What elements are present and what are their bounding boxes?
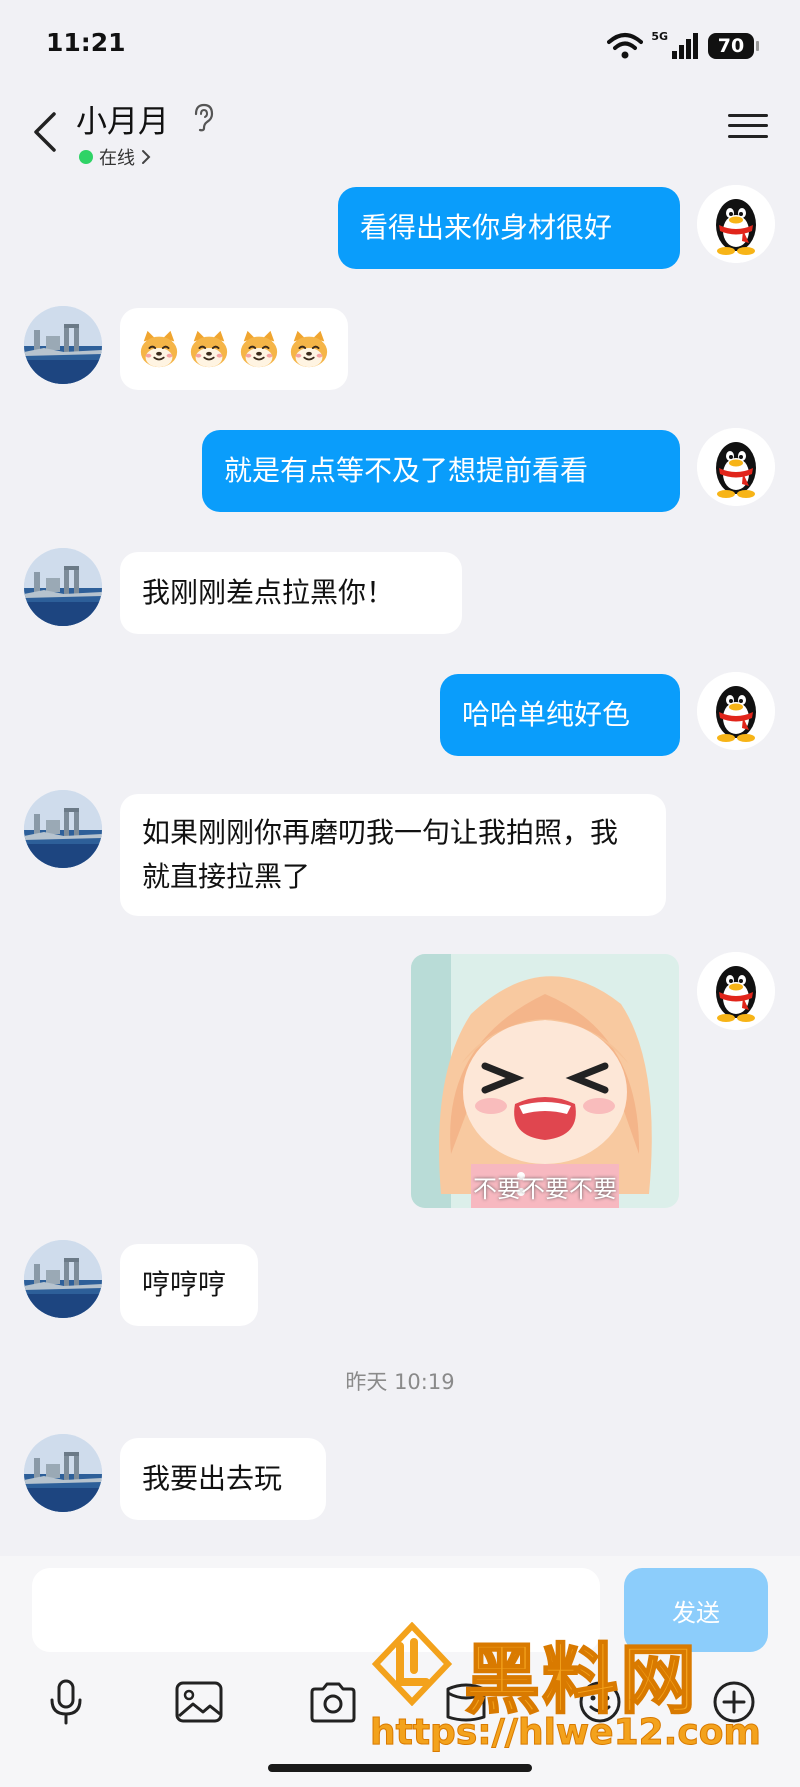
status-time: 11:21: [46, 28, 126, 57]
status-bar: 11:21 5G 70: [0, 0, 800, 92]
image-message[interactable]: 不要不要不要: [411, 954, 679, 1208]
online-status-row[interactable]: 在线: [79, 144, 151, 170]
watermark-url: https://hlwe12.com: [370, 1712, 762, 1754]
shiba-face-emoji: [188, 327, 230, 371]
qq-penguin-icon: [697, 952, 775, 1030]
message-text: 哈哈单纯好色: [462, 698, 631, 731]
camera-button[interactable]: [305, 1674, 361, 1730]
network-label: 5G: [651, 30, 668, 43]
contact-photo-icon: [24, 790, 102, 868]
message-text: 我刚刚差点拉黑你！: [142, 576, 395, 609]
my-avatar[interactable]: [697, 952, 775, 1030]
image-icon: [175, 1681, 223, 1723]
my-avatar[interactable]: [697, 428, 775, 506]
message-bubble-incoming[interactable]: 如果刚刚你再磨叨我一句让我拍照，我就直接拉黑了: [120, 794, 666, 916]
contact-photo-icon: [24, 1434, 102, 1512]
message-bubble-outgoing[interactable]: 就是有点等不及了想提前看看: [202, 430, 680, 512]
camera-icon: [310, 1682, 356, 1723]
shiba-face-emoji: [288, 327, 330, 371]
contact-name[interactable]: 小月月: [76, 96, 169, 141]
contact-avatar[interactable]: [24, 306, 102, 384]
contact-avatar[interactable]: [24, 1240, 102, 1318]
sticker-caption: 不要不要不要: [473, 1175, 617, 1203]
qq-penguin-icon: [697, 185, 775, 263]
chevron-right-icon: [142, 150, 151, 164]
message-text: 就是有点等不及了想提前看看: [224, 454, 589, 487]
watermark-logo-icon: [371, 1622, 453, 1706]
shiba-face-emoji: [138, 327, 180, 371]
chat-header: 小月月 在线: [0, 92, 800, 178]
qq-penguin-icon: [697, 672, 775, 750]
wifi-icon: [607, 33, 644, 59]
contact-avatar[interactable]: [24, 790, 102, 868]
signal-icon: [672, 33, 698, 59]
qq-penguin-icon: [697, 428, 775, 506]
message-bubble-incoming[interactable]: 我刚刚差点拉黑你！: [120, 552, 462, 634]
battery-icon: 70: [708, 33, 759, 59]
contact-photo-icon: [24, 306, 102, 384]
contact-avatar[interactable]: [24, 548, 102, 626]
back-button[interactable]: [20, 102, 70, 162]
image-button[interactable]: [171, 1674, 227, 1730]
menu-line: [728, 135, 768, 139]
menu-button[interactable]: [728, 106, 768, 146]
message-text: 看得出来你身材很好: [360, 211, 613, 244]
message-bubble-incoming[interactable]: 我要出去玩: [120, 1438, 326, 1520]
message-text: 如果刚刚你再磨叨我一句让我拍照，我就直接拉黑了: [142, 816, 619, 893]
contact-photo-icon: [24, 1240, 102, 1318]
menu-line: [728, 113, 768, 117]
chevron-left-icon: [34, 112, 56, 152]
message-text: 我要出去玩: [142, 1462, 283, 1495]
my-avatar[interactable]: [697, 672, 775, 750]
my-avatar[interactable]: [697, 185, 775, 263]
menu-line: [728, 124, 768, 128]
microphone-button[interactable]: [38, 1674, 94, 1730]
message-bubble-incoming[interactable]: [120, 308, 348, 390]
shiba-face-emoji: [238, 327, 280, 371]
contact-photo-icon: [24, 548, 102, 626]
message-bubble-incoming[interactable]: 哼哼哼: [120, 1244, 258, 1326]
home-indicator[interactable]: [268, 1764, 532, 1772]
message-bubble-outgoing[interactable]: 看得出来你身材很好: [338, 187, 680, 269]
microphone-icon: [50, 1679, 82, 1725]
online-indicator: [79, 150, 93, 164]
watermark: 黑料网 https://hlwe12.com: [370, 1618, 780, 1768]
message-bubble-outgoing[interactable]: 哈哈单纯好色: [440, 674, 680, 756]
message-timestamp: 昨天 10:19: [345, 1370, 455, 1394]
contact-avatar[interactable]: [24, 1434, 102, 1512]
message-text: 哼哼哼: [142, 1268, 227, 1301]
ear-icon[interactable]: [190, 102, 216, 132]
battery-level: 70: [717, 35, 745, 57]
online-status-text: 在线: [99, 148, 135, 169]
status-icons: 5G 70: [607, 28, 759, 64]
